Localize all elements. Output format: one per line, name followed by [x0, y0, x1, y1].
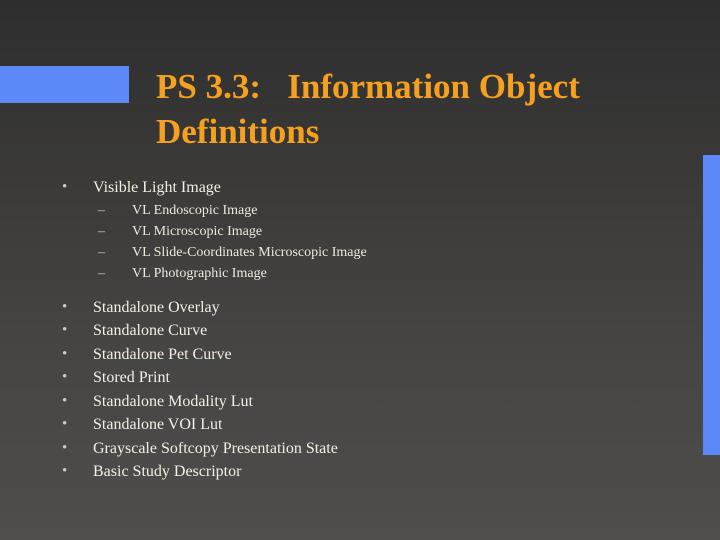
bullet-item-label: Stored Print [93, 369, 170, 386]
sub-bullet-item: – VL Microscopic Image [0, 221, 690, 242]
dash-bullet-icon: – [98, 223, 105, 239]
sub-bullet-item-label: VL Microscopic Image [132, 223, 263, 239]
bullet-item: • Standalone Modality Lut [0, 390, 690, 414]
bullet-dot-icon: • [62, 392, 68, 409]
dash-bullet-icon: – [98, 244, 105, 260]
sub-bullet-item-label: VL Endoscopic Image [132, 202, 258, 218]
bullet-item-label: Basic Study Descriptor [93, 463, 242, 480]
bullet-dot-icon: • [62, 369, 68, 385]
bullet-item: • Basic Study Descriptor [0, 460, 690, 484]
slide-canvas: PS 3.3: Information Object Definitions •… [0, 0, 720, 540]
slide-title: PS 3.3: Information Object Definitions [156, 67, 580, 151]
bullet-dot-icon: • [62, 298, 68, 315]
bullet-item-label: Standalone Pet Curve [93, 345, 232, 363]
bullet-dot-icon: • [62, 345, 68, 362]
bullet-dot-icon: • [62, 439, 68, 456]
bullet-dot-icon: • [62, 322, 68, 338]
bullet-dot-icon: • [62, 463, 68, 479]
bullet-item: • Grayscale Softcopy Presentation State [0, 437, 690, 461]
bullet-dot-icon: • [62, 179, 68, 195]
bullet-item: • Standalone Curve [0, 319, 690, 343]
bullet-item-label: Visible Light Image [93, 179, 221, 196]
bullet-item: • Stored Print [0, 366, 690, 390]
sub-bullet-item-label: VL Photographic Image [132, 265, 267, 281]
bullet-item: • Standalone VOI Lut [0, 413, 690, 437]
bullet-item: • Standalone Overlay [0, 296, 690, 320]
bullet-item-label: Grayscale Softcopy Presentation State [93, 439, 338, 457]
sub-bullet-item: – VL Endoscopic Image [0, 200, 690, 221]
bullet-item: • Visible Light Image [0, 176, 690, 200]
bullet-item-label: Standalone Modality Lut [93, 392, 253, 410]
sub-bullet-item: – VL Slide-Coordinates Microscopic Image [0, 242, 690, 263]
dash-bullet-icon: – [98, 202, 105, 218]
slide-body: • Visible Light Image – VL Endoscopic Image… [0, 176, 690, 484]
bullet-item-label: Standalone Curve [93, 322, 208, 339]
bullet-item-label: Standalone Overlay [93, 298, 220, 316]
sub-bullet-item-label: VL Slide-Coordinates Microscopic Image [132, 244, 367, 260]
bullet-item: • Standalone Pet Curve [0, 343, 690, 367]
bullet-dot-icon: • [62, 416, 68, 432]
sub-bullet-item: – VL Photographic Image [0, 263, 690, 284]
decorative-blue-bar-right [703, 155, 720, 455]
dash-bullet-icon: – [98, 265, 105, 281]
bullet-item-label: Standalone VOI Lut [93, 416, 223, 433]
decorative-blue-bar-top-left [0, 66, 129, 103]
